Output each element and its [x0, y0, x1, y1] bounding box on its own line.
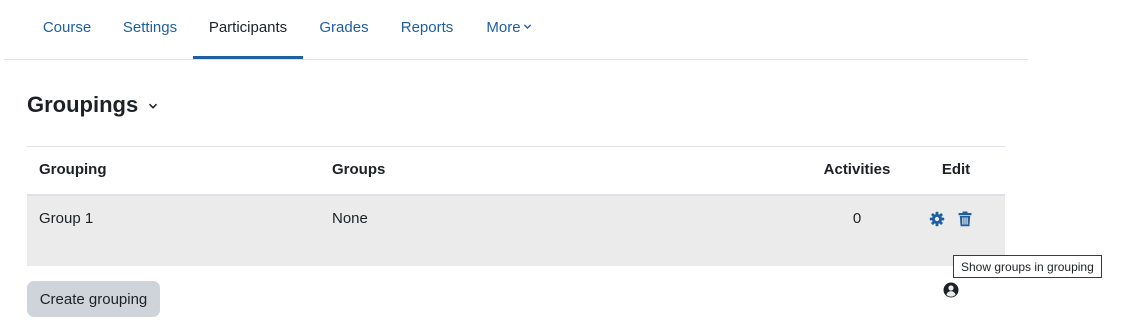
tab-label: Participants	[208, 19, 288, 36]
column-header-activities: Activities	[823, 161, 891, 178]
grouping-name: Group 1	[39, 210, 94, 227]
chevron-down-icon	[148, 98, 158, 116]
page-title: Groupings	[27, 92, 139, 117]
tab-settings[interactable]: Settings	[109, 0, 191, 59]
create-grouping-button[interactable]: Create grouping	[27, 281, 160, 317]
column-header-groups: Groups	[332, 161, 386, 178]
gear-icon[interactable]	[928, 210, 946, 228]
tab-grades[interactable]: Grades	[307, 0, 381, 59]
user-circle-icon[interactable]	[942, 281, 960, 299]
trash-icon[interactable]	[956, 210, 974, 228]
column-header-grouping: Grouping	[39, 161, 107, 178]
column-header-edit: Edit	[941, 161, 971, 178]
secondary-navigation: Course Settings Participants Grades Repo…	[4, 0, 1028, 60]
table-header: Grouping Groups Activities Edit	[27, 147, 1005, 196]
tab-label: More	[486, 19, 521, 36]
groups-value: None	[332, 210, 368, 227]
chevron-down-icon	[523, 0, 532, 55]
table-row: Group 1 None 0	[27, 196, 1005, 298]
tab-label: Grades	[319, 19, 369, 36]
tab-label: Settings	[122, 19, 178, 36]
groupings-table: Grouping Groups Activities Edit Group 1 …	[27, 146, 1005, 298]
tab-participants[interactable]: Participants	[193, 0, 303, 59]
tab-course[interactable]: Course	[30, 0, 104, 59]
groupings-heading-menu[interactable]: Groupings	[27, 89, 158, 121]
tab-label: Reports	[400, 19, 454, 36]
tooltip: Show groups in grouping	[953, 255, 1102, 278]
activities-count: 0	[852, 210, 862, 227]
tab-reports[interactable]: Reports	[388, 0, 466, 59]
tab-label: Course	[42, 19, 92, 36]
tab-more[interactable]: More	[474, 0, 544, 59]
